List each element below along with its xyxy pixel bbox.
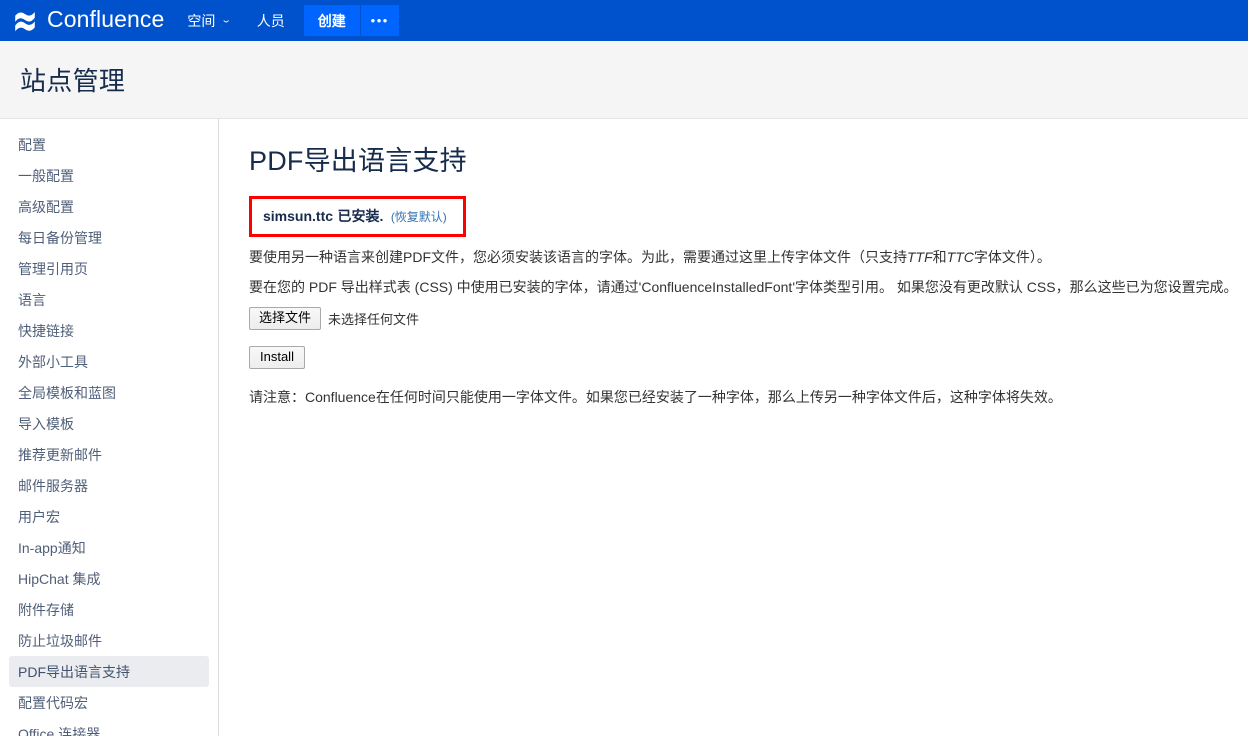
css-usage-paragraph: 要在您的 PDF 导出样式表 (CSS) 中使用已安装的字体，请通过'Confl… (249, 279, 1238, 295)
brand-name: Confluence (47, 6, 165, 32)
main-content: PDF导出语言支持 simsun.ttc 已安装. (恢复默认) 要使用另一种语… (219, 119, 1248, 736)
create-button-label: 创建 (317, 12, 346, 29)
sidebar-item-configure-code-macro[interactable]: 配置代码宏 (9, 687, 209, 718)
page-header: 站点管理 (0, 41, 1248, 118)
sidebar-item-office-connector[interactable]: Office 连接器 (9, 718, 209, 736)
installed-font-state: 已安装. (337, 208, 384, 224)
page-title: 站点管理 (20, 66, 126, 96)
upload-instructions-text-mid: 和 (932, 249, 947, 265)
single-font-note: 请注意：Confluence在任何时间只能使用一字体文件。如果您已经安装了一种字… (249, 389, 1062, 405)
sidebar-item-general-configuration[interactable]: 一般配置 (9, 160, 209, 191)
nav-item-spaces-label: 空间 (187, 12, 216, 29)
sidebar-item-attachment-storage[interactable]: 附件存储 (9, 594, 209, 625)
ellipsis-icon: ••• (370, 13, 389, 28)
selected-file-status: 未选择任何文件 (328, 312, 420, 327)
sidebar-item-spam-prevention[interactable]: 防止垃圾邮件 (9, 625, 209, 656)
restore-default-link[interactable]: (恢复默认) (391, 210, 447, 224)
create-button[interactable]: 创建 (303, 5, 360, 36)
sidebar-item-daily-backup[interactable]: 每日备份管理 (9, 222, 209, 253)
chevron-down-icon: ⌄ (220, 15, 233, 25)
upload-instructions-text-2: 字体文件）。 (973, 249, 1051, 265)
sidebar-item-import-templates[interactable]: 导入模板 (9, 408, 209, 439)
sidebar-item-mail-servers[interactable]: 邮件服务器 (9, 470, 209, 501)
sidebar-item-user-macros[interactable]: 用户宏 (9, 501, 209, 532)
sidebar-item-languages[interactable]: 语言 (9, 284, 209, 315)
ttf-format-label: TTF (907, 249, 933, 265)
upload-instructions-paragraph: 要使用另一种语言来创建PDF文件，您必须安装该语言的字体。为此，需要通过这里上传… (249, 247, 1248, 267)
upload-instructions-text-1: 要使用另一种语言来创建PDF文件，您必须安装该语言的字体。为此，需要通过这里上传… (249, 249, 907, 265)
nav-item-people-label: 人员 (256, 12, 285, 29)
content-title: PDF导出语言支持 (249, 146, 467, 176)
install-button[interactable]: Install (249, 346, 305, 369)
sidebar-item-configuration[interactable]: 配置 (9, 129, 209, 160)
sidebar-item-manage-referrers[interactable]: 管理引用页 (9, 253, 209, 284)
sidebar-item-hipchat-integration[interactable]: HipChat 集成 (9, 563, 209, 594)
more-options-button[interactable]: ••• (360, 5, 399, 36)
confluence-logo-icon (15, 11, 35, 31)
sidebar-item-recommended-updates-email[interactable]: 推荐更新邮件 (9, 439, 209, 470)
top-navigation-bar: Confluence 空间 ⌄ 人员 创建 ••• (0, 0, 1248, 41)
nav-item-people[interactable]: 人员 (244, 0, 298, 41)
sidebar-item-shortcut-links[interactable]: 快捷链接 (9, 315, 209, 346)
ttc-format-label: TTC (946, 249, 974, 265)
installed-font-name: simsun.ttc (263, 208, 334, 224)
brand-home-link[interactable]: Confluence (0, 0, 174, 41)
sidebar-item-external-gadgets[interactable]: 外部小工具 (9, 346, 209, 377)
admin-sidebar: 配置 一般配置 高级配置 每日备份管理 管理引用页 语言 快捷链接 外部小工具 … (0, 119, 219, 736)
installed-font-status-box: simsun.ttc 已安装. (恢复默认) (249, 196, 466, 237)
nav-item-spaces[interactable]: 空间 ⌄ (174, 0, 243, 41)
choose-file-button[interactable]: 选择文件 (249, 307, 322, 330)
sidebar-item-global-templates-blueprints[interactable]: 全局模板和蓝图 (9, 377, 209, 408)
sidebar-item-pdf-export-language-support[interactable]: PDF导出语言支持 (9, 656, 209, 687)
sidebar-item-in-app-notifications[interactable]: In-app通知 (9, 532, 209, 563)
page-body: 配置 一般配置 高级配置 每日备份管理 管理引用页 语言 快捷链接 外部小工具 … (0, 118, 1248, 736)
font-file-upload-row: 选择文件 未选择任何文件 (249, 307, 1248, 330)
sidebar-item-advanced-configuration[interactable]: 高级配置 (9, 191, 209, 222)
